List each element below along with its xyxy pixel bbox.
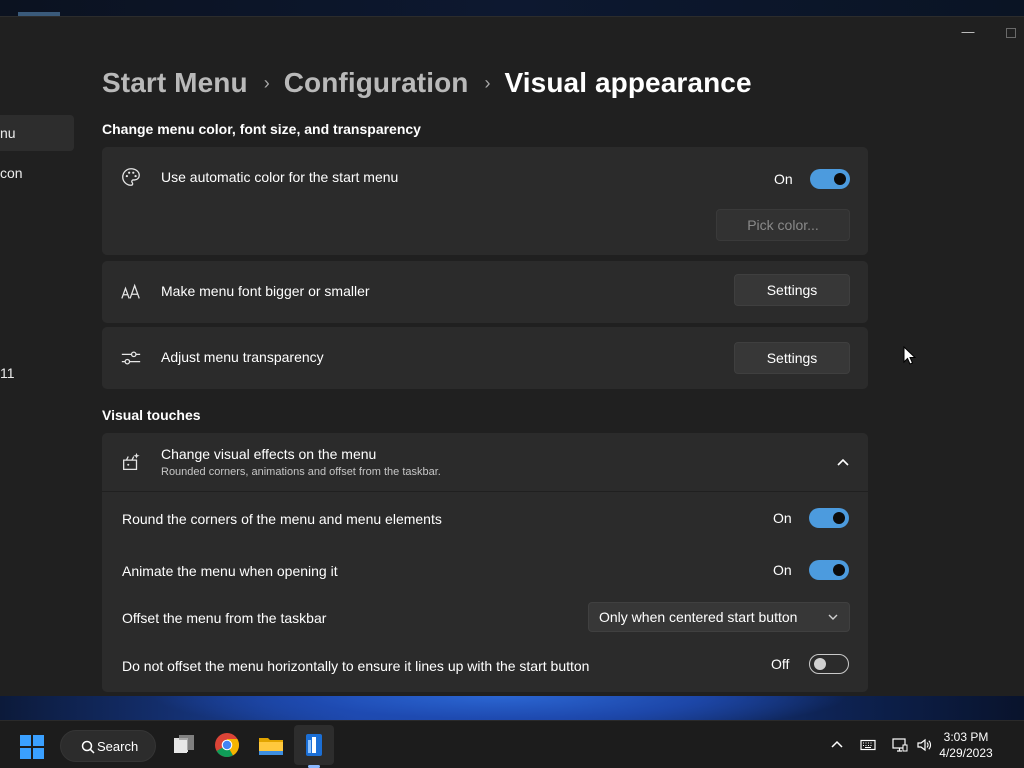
chevron-right-icon: › [263, 72, 270, 93]
maximize-button[interactable] [1006, 28, 1016, 38]
mouse-cursor-icon [903, 346, 917, 365]
settings-window: — nu con 11 Start Menu › Configuration ›… [0, 16, 1024, 696]
toggle-state-text: On [773, 510, 792, 526]
toggle-state-text: On [774, 171, 793, 187]
minimize-button[interactable]: — [960, 25, 976, 41]
no-horizontal-offset-toggle[interactable] [809, 654, 849, 674]
breadcrumb: Start Menu › Configuration › Visual appe… [102, 65, 752, 101]
automatic-color-label: Use automatic color for the start menu [161, 169, 399, 185]
font-settings-button[interactable]: Settings [734, 274, 850, 306]
sidebar-item-label: con [0, 165, 23, 181]
transparency-label: Adjust menu transparency [161, 349, 324, 365]
sparkle-effects-icon [123, 452, 140, 470]
font-size-label: Make menu font bigger or smaller [161, 283, 370, 299]
visual-effects-label: Change visual effects on the menu [161, 446, 377, 462]
taskbar-clock[interactable]: 3:03 PM 4/29/2023 [926, 729, 1006, 761]
offset-menu-dropdown[interactable]: Only when centered start button [588, 602, 850, 632]
card-transparency: Adjust menu transparency Settings [102, 327, 868, 389]
breadcrumb-start-menu[interactable]: Start Menu [102, 67, 248, 99]
window-controls: — [960, 25, 1016, 41]
search-label: Search [97, 738, 139, 754]
font-size-icon [121, 283, 140, 299]
automatic-color-toggle-group: On [774, 169, 850, 189]
desktop-wallpaper-top [0, 0, 1024, 16]
sidebar-item-windows-11[interactable]: 11 [0, 355, 74, 391]
offset-menu-label: Offset the menu from the taskbar [122, 610, 327, 626]
card-font-size: Make menu font bigger or smaller Setting… [102, 261, 868, 323]
no-horizontal-offset-toggle-group: Off [771, 654, 849, 674]
visual-effects-expander-header[interactable]: Change visual effects on the menu Rounde… [102, 433, 868, 491]
clock-time: 3:03 PM [943, 730, 989, 744]
taskbar: Search 3:03 PM 4/29/2023 [0, 720, 1024, 768]
animate-menu-label: Animate the menu when opening it [122, 563, 338, 579]
section-title-visual-touches: Visual touches [102, 407, 201, 423]
round-corners-toggle[interactable] [809, 508, 849, 528]
keyboard-icon[interactable] [860, 737, 876, 753]
sidebar-item-start-button[interactable]: con [0, 155, 74, 191]
palette-icon [122, 168, 140, 186]
wallpaper-bloom [150, 696, 850, 720]
network-icon[interactable] [892, 737, 908, 753]
no-horizontal-offset-label: Do not offset the menu horizontally to e… [122, 658, 590, 674]
round-corners-label: Round the corners of the menu and menu e… [122, 511, 442, 527]
section-title-appearance: Change menu color, font size, and transp… [102, 121, 421, 137]
windows-start-icon[interactable] [20, 735, 44, 759]
breadcrumb-configuration[interactable]: Configuration [284, 67, 469, 99]
search-icon [81, 740, 95, 754]
sidebar-item-label: 11 [0, 365, 15, 381]
sidebar-item-start-menu[interactable]: nu [0, 115, 74, 151]
task-view-icon[interactable] [170, 731, 198, 759]
clock-date: 4/29/2023 [939, 746, 993, 760]
sliders-icon [121, 351, 141, 365]
sidebar-nav: nu con 11 [0, 17, 80, 696]
card-automatic-color: Use automatic color for the start menu O… [102, 147, 868, 255]
dropdown-selected-value: Only when centered start button [599, 609, 798, 625]
sidebar-item-label: nu [0, 125, 16, 141]
chrome-icon[interactable] [213, 731, 241, 759]
transparency-settings-button[interactable]: Settings [734, 342, 850, 374]
taskbar-search-button[interactable]: Search [60, 730, 156, 762]
pick-color-button[interactable]: Pick color... [716, 209, 850, 241]
toggle-state-text: Off [771, 656, 790, 672]
automatic-color-toggle[interactable] [810, 169, 850, 189]
animate-menu-toggle-group: On [773, 560, 849, 580]
chevron-up-icon[interactable] [836, 457, 850, 467]
file-explorer-icon[interactable] [257, 731, 285, 759]
start-menu-app-icon[interactable] [300, 731, 328, 759]
chevron-up-tray-icon[interactable] [829, 737, 845, 753]
chevron-right-icon: › [484, 72, 491, 93]
desktop-wallpaper-bottom [0, 696, 1024, 720]
chevron-down-icon [828, 614, 838, 620]
visual-effects-expander-body: Round the corners of the menu and menu e… [102, 492, 868, 692]
animate-menu-toggle[interactable] [809, 560, 849, 580]
toggle-state-text: On [773, 562, 792, 578]
round-corners-toggle-group: On [773, 508, 849, 528]
visual-effects-description: Rounded corners, animations and offset f… [161, 466, 441, 478]
page-title: Visual appearance [504, 67, 752, 98]
